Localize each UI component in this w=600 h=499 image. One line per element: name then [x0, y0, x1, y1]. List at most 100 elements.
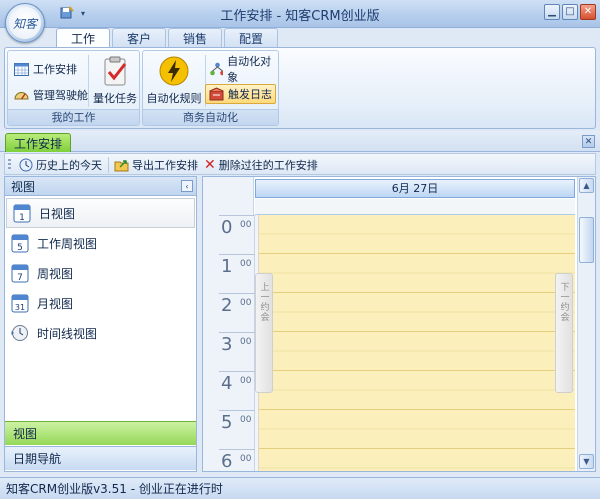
day-column-header[interactable]: 6月 27日 [255, 179, 575, 198]
month-calendar-icon: 31 [11, 294, 29, 313]
nav-item-label: 周视图 [37, 266, 74, 281]
collapse-pane-button[interactable]: ‹ [181, 180, 193, 192]
auto-rules-label: 自动化规则 [146, 92, 202, 105]
nav-item-label: 月视图 [37, 296, 74, 311]
log-box-icon [209, 87, 224, 101]
document-tab-strip: 工作安排 ✕ [0, 131, 600, 152]
hour-label: 0 00 [219, 215, 255, 254]
nav-item-workweek-view[interactable]: 5 工作周视图 [5, 228, 196, 258]
scroll-down-button[interactable]: ▼ [579, 454, 594, 469]
nav-item-timeline-view[interactable]: 时间线视图 [5, 318, 196, 348]
hour-label: 3 00 [219, 332, 255, 371]
next-appointment-button[interactable]: 下一约会 [555, 273, 573, 393]
nav-item-label: 时间线视图 [37, 326, 98, 341]
work-schedule-button[interactable]: 工作安排 [11, 59, 80, 79]
calendar-corner [203, 177, 254, 215]
quantify-task-label: 量化任务 [93, 92, 137, 105]
vertical-scrollbar[interactable]: ▲ ▼ [577, 177, 595, 471]
group-label-automation: 商务自动化 [143, 109, 278, 125]
nav-item-week-view[interactable]: 7 周视图 [5, 258, 196, 288]
close-button[interactable]: ✕ [580, 4, 596, 20]
app-logo: 知客 [9, 7, 41, 39]
dashboard-icon [14, 92, 29, 100]
export-folder-icon [114, 160, 129, 172]
auto-objects-button[interactable]: 自动化对象 [207, 55, 278, 84]
trigger-log-button[interactable]: 触发日志 [205, 84, 276, 104]
nav-pane-title: 视图 [11, 179, 36, 194]
app-menu-orb[interactable]: 知客 [5, 3, 45, 43]
week-calendar-num: 7 [17, 273, 23, 283]
chevron-left-icon: ‹ [185, 181, 189, 191]
group-my-work: 工作安排 管理驾驶舱 量化任务 我的工作 [7, 50, 140, 126]
maximize-button[interactable]: □ [562, 4, 578, 20]
nav-pane-header: 视图 ‹ [5, 177, 196, 196]
object-tree-icon [210, 62, 224, 76]
window-title: 工作安排 - 知客CRM创业版 [220, 9, 380, 24]
tab-work[interactable]: 工作 [56, 28, 111, 47]
day-calendar-icon: 1 [13, 204, 31, 223]
calendar-grid-icon [14, 63, 29, 76]
nav-section-views[interactable]: 视图 [5, 421, 196, 445]
calendar-toolbar: 历史上的今天 导出工作安排 ✕ 删除过往的工作安排 [4, 153, 596, 175]
export-schedule-button[interactable]: 导出工作安排 [114, 156, 198, 174]
status-text: 知客CRM创业版v3.51 - 创业正在进行时 [6, 482, 223, 496]
time-ruler: 0 00 1 00 2 00 3 00 4 00 5 00 6 00 [203, 215, 255, 471]
title-bar: ▾ 工作安排 - 知客CRM创业版 ▁ □ ✕ [0, 0, 600, 28]
export-schedule-label: 导出工作安排 [132, 159, 198, 172]
previous-appointment-button[interactable]: 上一约会 [255, 273, 273, 393]
quantify-task-button[interactable]: 量化任务 [90, 53, 140, 109]
cockpit-label: 管理驾驶舱 [33, 89, 88, 102]
all-day-area[interactable] [255, 199, 575, 215]
nav-section-date-navigator[interactable]: 日期导航 [5, 446, 196, 470]
calendar-day-view: 6月 27日 0 00 1 00 2 00 3 00 4 00 5 00 6 00 上一约会 … [202, 176, 596, 472]
group-label-my-work: 我的工作 [8, 109, 139, 125]
hour-label: 5 00 [219, 410, 255, 449]
delete-x-icon: ✕ [204, 157, 216, 173]
tab-sales[interactable]: 销售 [168, 28, 223, 47]
today-in-history-button[interactable]: 历史上的今天 [19, 156, 102, 174]
tab-customer[interactable]: 客户 [112, 28, 167, 47]
doc-close-button[interactable]: ✕ [582, 135, 595, 148]
doc-tab-work-schedule[interactable]: 工作安排 [5, 133, 72, 152]
close-icon: ✕ [584, 136, 593, 147]
hour-label: 1 00 [219, 254, 255, 293]
close-icon: ✕ [583, 6, 593, 17]
previous-appointment-label: 上一约会 [258, 282, 269, 322]
clock-icon [19, 158, 33, 172]
timeline-clock-icon [11, 325, 28, 341]
day-calendar-num: 1 [19, 213, 25, 223]
workweek-calendar-num: 5 [17, 243, 23, 253]
nav-item-month-view[interactable]: 31 月视图 [5, 288, 196, 318]
minimize-icon: ▁ [548, 6, 556, 17]
time-slots-grid[interactable] [255, 215, 575, 471]
cockpit-button[interactable]: 管理驾驶舱 [11, 85, 91, 105]
toolbar-grip[interactable] [8, 159, 11, 171]
ribbon-separator [88, 55, 89, 107]
chevron-down-icon: ▼ [583, 457, 590, 466]
lightning-icon [159, 56, 189, 86]
next-appointment-label: 下一约会 [558, 282, 569, 322]
tab-config[interactable]: 配置 [224, 28, 279, 47]
minimize-button[interactable]: ▁ [544, 4, 560, 20]
chevron-up-icon: ▲ [583, 181, 590, 190]
auto-rules-button[interactable]: 自动化规则 [145, 53, 203, 109]
hour-label: 2 00 [219, 293, 255, 332]
delete-past-button[interactable]: ✕ 删除过往的工作安排 [204, 156, 318, 174]
nav-item-day-view[interactable]: 1 日视图 [6, 198, 195, 228]
nav-item-label: 工作周视图 [37, 236, 98, 251]
today-in-history-label: 历史上的今天 [36, 159, 102, 172]
scroll-up-button[interactable]: ▲ [579, 178, 594, 193]
maximize-icon: □ [565, 6, 575, 17]
ribbon-tabs: 工作 客户 销售 配置 [56, 28, 279, 48]
auto-objects-label: 自动化对象 [227, 55, 272, 84]
nav-item-label: 日视图 [39, 206, 76, 221]
trigger-log-label: 触发日志 [228, 88, 272, 101]
ribbon: 工作安排 管理驾驶舱 量化任务 我的工作 自动化规则 自动化对象 触发日志 商务… [4, 47, 596, 129]
week-calendar-icon: 7 [11, 264, 29, 283]
month-calendar-num: 31 [15, 303, 25, 312]
delete-past-label: 删除过往的工作安排 [218, 159, 318, 172]
group-automation: 自动化规则 自动化对象 触发日志 商务自动化 [142, 50, 279, 126]
window-controls: ▁ □ ✕ [544, 4, 596, 20]
scroll-thumb[interactable] [579, 217, 594, 263]
hour-label: 4 00 [219, 371, 255, 410]
